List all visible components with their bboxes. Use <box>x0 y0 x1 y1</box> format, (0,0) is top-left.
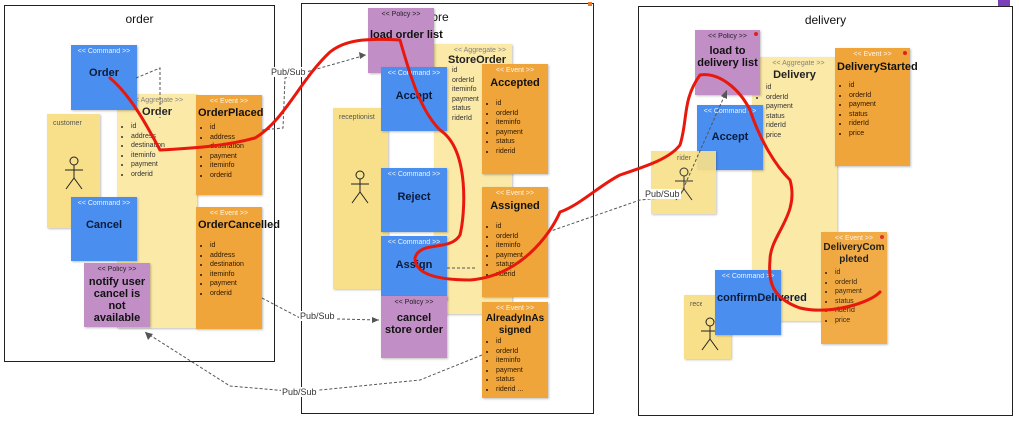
pubsub-edge-assigned-to-load-delivery[interactable] <box>547 89 728 233</box>
arrowhead <box>359 52 366 59</box>
red-annotation-path <box>108 37 882 312</box>
pubsub-label: Pub/Sub <box>299 311 336 321</box>
arrowhead <box>372 317 379 323</box>
pubsub-label: Pub/Sub <box>644 189 681 199</box>
pubsub-edge-already-to-notify[interactable] <box>144 331 483 393</box>
pubsub-label: Pub/Sub <box>281 387 318 397</box>
connector-layer <box>108 37 882 393</box>
pubsub-label: Pub/Sub <box>270 67 307 77</box>
edge-order-to-aggregate <box>135 67 161 118</box>
